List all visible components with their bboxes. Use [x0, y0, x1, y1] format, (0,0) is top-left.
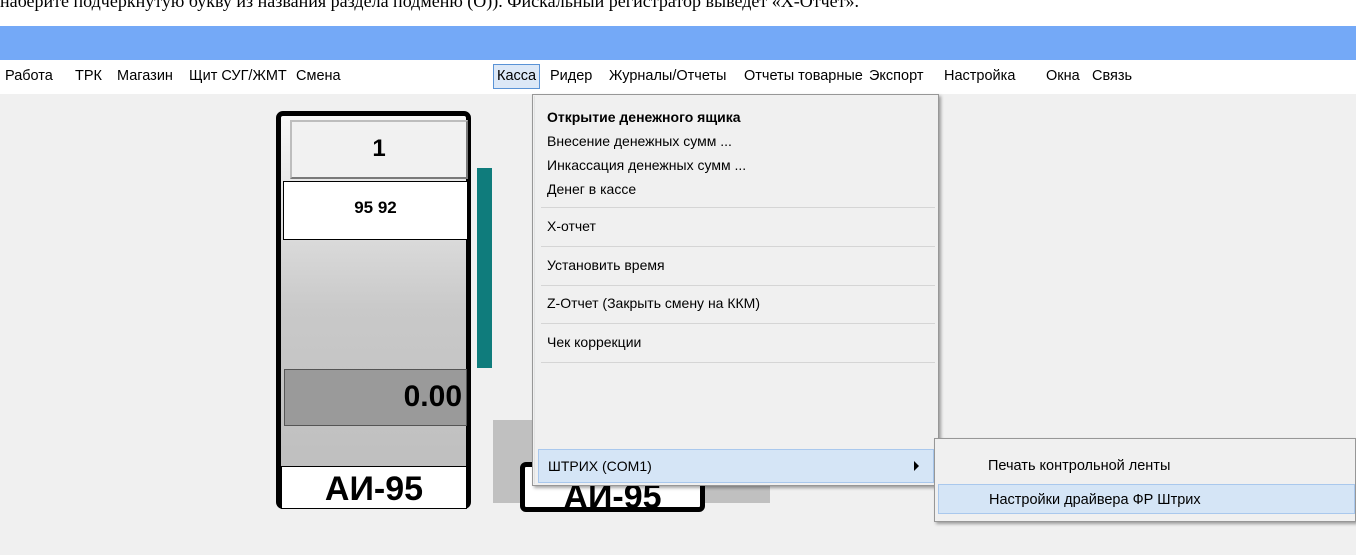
- pump-panel[interactable]: 1 95 92 0.00 АИ-95: [276, 111, 471, 509]
- kassa-dropdown-menu: Открытие денежного ящика Внесение денежн…: [532, 94, 939, 486]
- menu-journals[interactable]: Журналы/Отчеты: [606, 65, 729, 88]
- menu-cash-collection[interactable]: Инкассация денежных сумм ...: [547, 153, 746, 177]
- menu-work[interactable]: Работа: [2, 65, 56, 88]
- menu-separator: [541, 362, 935, 363]
- menu-reader[interactable]: Ридер: [547, 65, 595, 88]
- menu-shtrih-driver-settings[interactable]: Настройки драйвера ФР Штрих: [938, 484, 1355, 514]
- pump-amount: 0.00: [284, 369, 467, 426]
- menu-separator: [541, 285, 935, 286]
- menu-z-report[interactable]: Z-Отчет (Закрыть смену на ККМ): [547, 291, 760, 315]
- submenu-arrow-icon: [914, 461, 919, 471]
- pump-fuel-types: 95 92: [283, 181, 468, 240]
- menu-correction-receipt[interactable]: Чек коррекции: [547, 330, 641, 354]
- menu-sug-panel[interactable]: Щит СУГ/ЖМТ: [186, 65, 290, 88]
- pump-grade: АИ-95: [281, 466, 467, 509]
- menu-shop[interactable]: Магазин: [114, 65, 176, 88]
- shtrih-submenu: Печать контрольной ленты Настройки драйв…: [934, 438, 1356, 522]
- menu-trk[interactable]: ТРК: [72, 65, 105, 88]
- menu-cash-in-register[interactable]: Денег в кассе: [547, 177, 636, 201]
- menu-shtrih-com1[interactable]: ШТРИХ (COM1): [538, 449, 934, 483]
- menu-settings[interactable]: Настройка: [941, 65, 1018, 88]
- menu-x-report[interactable]: Х-отчет: [547, 214, 596, 238]
- menu-kassa[interactable]: Касса: [493, 64, 541, 89]
- menu-open-cash-drawer[interactable]: Открытие денежного ящика: [547, 105, 741, 129]
- menu-set-time[interactable]: Установить время: [547, 253, 665, 277]
- pump-indicator: [477, 168, 492, 368]
- menu-windows[interactable]: Окна: [1043, 65, 1083, 88]
- instruction-text: наберите подчеркнутую букву из названия …: [0, 0, 860, 11]
- menu-goods-reports[interactable]: Отчеты товарные: [741, 65, 866, 88]
- menu-shtrih-label: ШТРИХ (COM1): [548, 458, 652, 474]
- menu-shift[interactable]: Смена: [293, 65, 344, 88]
- menu-print-control-tape[interactable]: Печать контрольной ленты: [988, 451, 1170, 481]
- pump-number[interactable]: 1: [290, 120, 468, 179]
- menu-separator: [541, 323, 935, 324]
- menu-bar: Работа ТРК Магазин Щит СУГ/ЖМТ Смена Кас…: [0, 60, 1356, 94]
- menu-export[interactable]: Экспорт: [866, 65, 926, 88]
- menu-separator: [541, 207, 935, 208]
- menu-cash-deposit[interactable]: Внесение денежных сумм ...: [547, 129, 732, 153]
- menu-connection[interactable]: Связь: [1089, 65, 1135, 88]
- menu-separator: [541, 246, 935, 247]
- title-bar: [0, 26, 1356, 60]
